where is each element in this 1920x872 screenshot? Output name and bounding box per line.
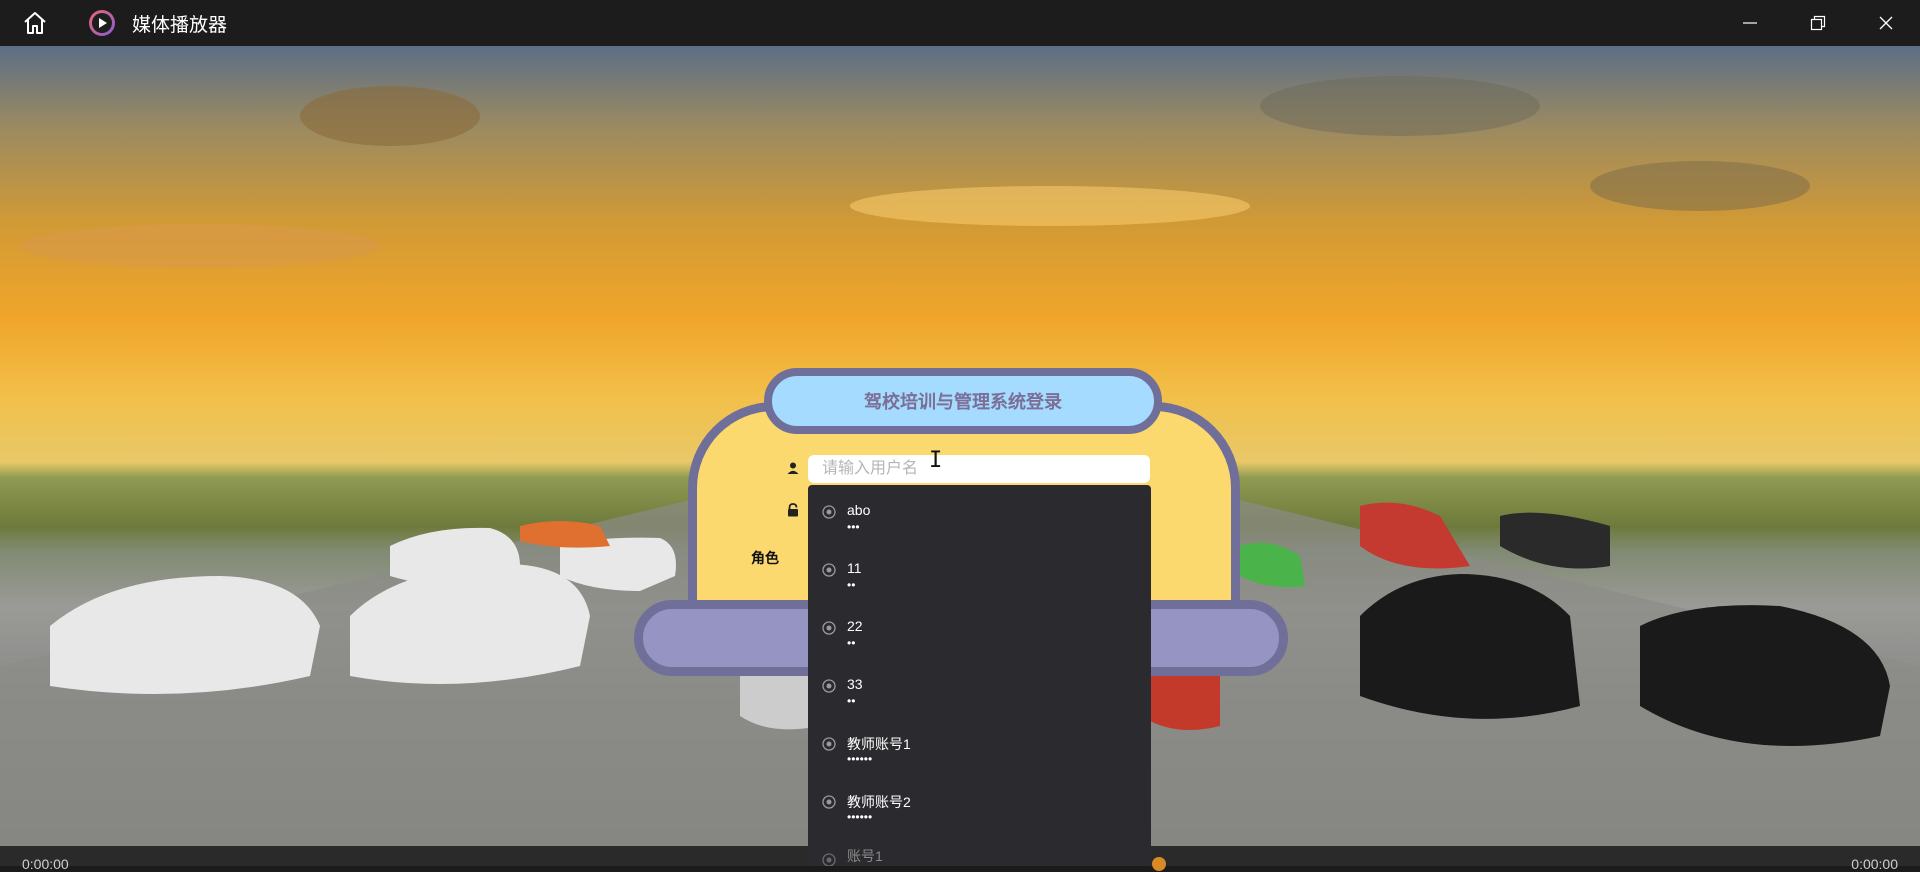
account-password: •• xyxy=(847,694,856,708)
account-name: 教师账号2 xyxy=(847,794,911,810)
key-icon xyxy=(822,563,836,577)
key-icon xyxy=(822,621,836,635)
restore-button[interactable] xyxy=(1784,0,1852,46)
minimize-icon xyxy=(1743,22,1757,24)
account-name: 账号1 xyxy=(847,848,883,864)
minimize-button[interactable] xyxy=(1716,0,1784,46)
list-item[interactable]: 33 •• xyxy=(808,659,1151,717)
seek-handle[interactable] xyxy=(1152,857,1166,871)
account-password: •••••• xyxy=(847,810,873,824)
login-title: 驾校培训与管理系统登录 xyxy=(764,368,1162,434)
account-password: •••••• xyxy=(847,752,873,766)
list-item[interactable]: 教师账号2 •••••• xyxy=(808,775,1151,833)
close-icon xyxy=(1879,16,1893,30)
media-player-icon xyxy=(89,10,115,36)
account-name: abo xyxy=(847,502,871,518)
home-icon xyxy=(24,12,46,34)
list-item[interactable]: 账号1 xyxy=(808,833,1151,866)
lock-icon xyxy=(788,503,798,517)
title-bar: 媒体播放器 xyxy=(0,0,1920,46)
text-cursor: I xyxy=(929,448,943,473)
key-icon xyxy=(822,795,836,809)
account-password: ••• xyxy=(847,520,860,534)
key-icon xyxy=(822,679,836,693)
autocomplete-dropdown: abo ••• 11 •• 22 •• 33 •• 教师账号1 •••••• 教… xyxy=(808,485,1151,866)
key-icon xyxy=(822,853,836,866)
home-button[interactable] xyxy=(0,0,70,46)
window-title: 媒体播放器 xyxy=(132,14,228,36)
close-button[interactable] xyxy=(1852,0,1920,46)
current-time: 0:00:00 xyxy=(22,856,69,872)
account-name: 教师账号1 xyxy=(847,736,911,752)
key-icon xyxy=(822,737,836,751)
list-item[interactable]: 教师账号1 •••••• xyxy=(808,717,1151,775)
account-password: •• xyxy=(847,636,856,650)
key-icon xyxy=(822,505,836,519)
account-password: •• xyxy=(847,578,856,592)
user-icon xyxy=(787,462,799,474)
account-name: 33 xyxy=(847,676,863,692)
total-time: 0:00:00 xyxy=(1851,856,1898,872)
list-item[interactable]: abo ••• xyxy=(808,485,1151,543)
account-name: 11 xyxy=(847,560,862,576)
account-name: 22 xyxy=(847,618,863,634)
restore-icon xyxy=(1810,15,1826,31)
role-label: 角色 xyxy=(751,550,779,566)
username-input[interactable] xyxy=(808,455,1150,483)
list-item[interactable]: 11 •• xyxy=(808,543,1151,601)
list-item[interactable]: 22 •• xyxy=(808,601,1151,659)
